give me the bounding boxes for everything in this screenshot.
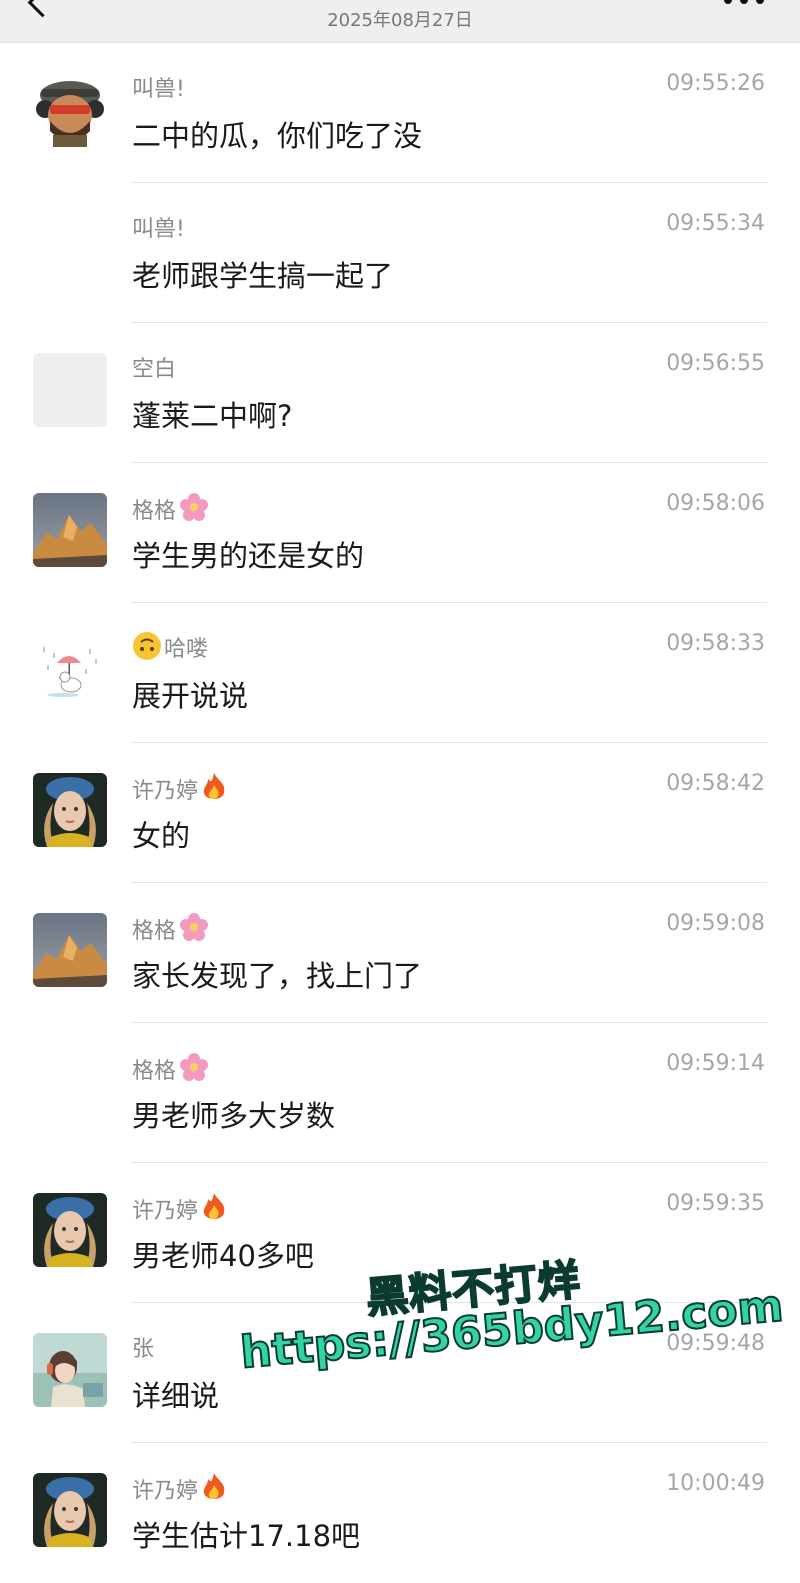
message-row: 空白 09:56:55 蓬莱二中啊? (0, 323, 800, 463)
message-time: 10:00:49 (666, 1471, 765, 1496)
message-time: 09:59:08 (666, 911, 765, 936)
sender-name: 张 (132, 1337, 155, 1362)
more-options-icon[interactable] (724, 0, 764, 6)
header-date: 2025年08月27日 (327, 10, 473, 31)
sender-name: 空白 (132, 357, 177, 382)
sender-name: 格格 (132, 1051, 210, 1089)
message-time: 09:58:33 (666, 631, 765, 656)
message-time: 09:56:55 (666, 351, 765, 376)
message-text: 详细说 (132, 1379, 220, 1413)
message-row: 格格 09:59:08 家长发现了，找上门了 (0, 883, 800, 1023)
message-text: 男老师40多吧 (132, 1239, 314, 1273)
cherry-blossom-icon (178, 911, 210, 949)
message-list: 叫兽! 09:55:26 二中的瓜，你们吃了没 叫兽! 09:55:34 老师跟… (0, 43, 800, 1583)
message-row: 格格 09:59:14 男老师多大岁数 (0, 1023, 800, 1163)
sender-name: 许乃婷 (132, 771, 228, 809)
header-title (270, 0, 530, 4)
message-text: 男老师多大岁数 (132, 1099, 336, 1133)
message-row: 叫兽! 09:55:26 二中的瓜，你们吃了没 (0, 43, 800, 183)
message-text: 二中的瓜，你们吃了没 (132, 119, 423, 153)
message-time: 09:59:48 (666, 1331, 765, 1356)
avatar[interactable] (33, 1193, 107, 1267)
message-row: 哈喽 09:58:33 展开说说 (0, 603, 800, 743)
message-text: 学生男的还是女的 (132, 539, 365, 573)
message-row: 叫兽! 09:55:34 老师跟学生搞一起了 (0, 183, 800, 323)
cherry-blossom-icon (178, 1051, 210, 1089)
avatar[interactable] (33, 353, 107, 427)
sender-name: 哈喽 (132, 631, 208, 667)
avatar[interactable] (33, 633, 107, 707)
sender-name: 叫兽! (132, 77, 185, 102)
avatar[interactable] (33, 493, 107, 567)
message-row: 格格 09:58:06 学生男的还是女的 (0, 463, 800, 603)
fire-icon (200, 771, 228, 809)
avatar[interactable] (33, 773, 107, 847)
cherry-blossom-icon (178, 491, 210, 529)
message-time: 09:59:14 (666, 1051, 765, 1076)
sender-name: 许乃婷 (132, 1191, 228, 1229)
fire-icon (200, 1471, 228, 1509)
sender-name: 叫兽! (132, 217, 185, 242)
avatar[interactable] (33, 73, 107, 147)
fire-icon (200, 1191, 228, 1229)
message-row: 许乃婷 09:59:35 男老师40多吧 (0, 1163, 800, 1303)
message-time: 09:58:42 (666, 771, 765, 796)
avatar[interactable] (33, 1333, 107, 1407)
message-time: 09:55:34 (666, 211, 765, 236)
message-text: 老师跟学生搞一起了 (132, 259, 394, 293)
message-text: 女的 (132, 819, 191, 853)
message-row: 许乃婷 09:58:42 女的 (0, 743, 800, 883)
message-text: 展开说说 (132, 679, 249, 713)
message-text: 蓬莱二中啊? (132, 399, 293, 433)
message-time: 09:55:26 (666, 71, 765, 96)
message-text: 学生估计17.18吧 (132, 1519, 361, 1553)
upside-down-face-icon (132, 631, 162, 667)
sender-name: 格格 (132, 911, 210, 949)
message-time: 09:58:06 (666, 491, 765, 516)
sender-name: 格格 (132, 491, 210, 529)
message-text: 家长发现了，找上门了 (132, 959, 423, 993)
sender-name: 许乃婷 (132, 1471, 228, 1509)
message-time: 09:59:35 (666, 1191, 765, 1216)
message-row: 张 09:59:48 详细说 (0, 1303, 800, 1443)
chat-history-header: 2025年08月27日 (0, 0, 800, 43)
avatar[interactable] (33, 913, 107, 987)
avatar[interactable] (33, 1473, 107, 1547)
message-row: 许乃婷 10:00:49 学生估计17.18吧 (0, 1443, 800, 1583)
